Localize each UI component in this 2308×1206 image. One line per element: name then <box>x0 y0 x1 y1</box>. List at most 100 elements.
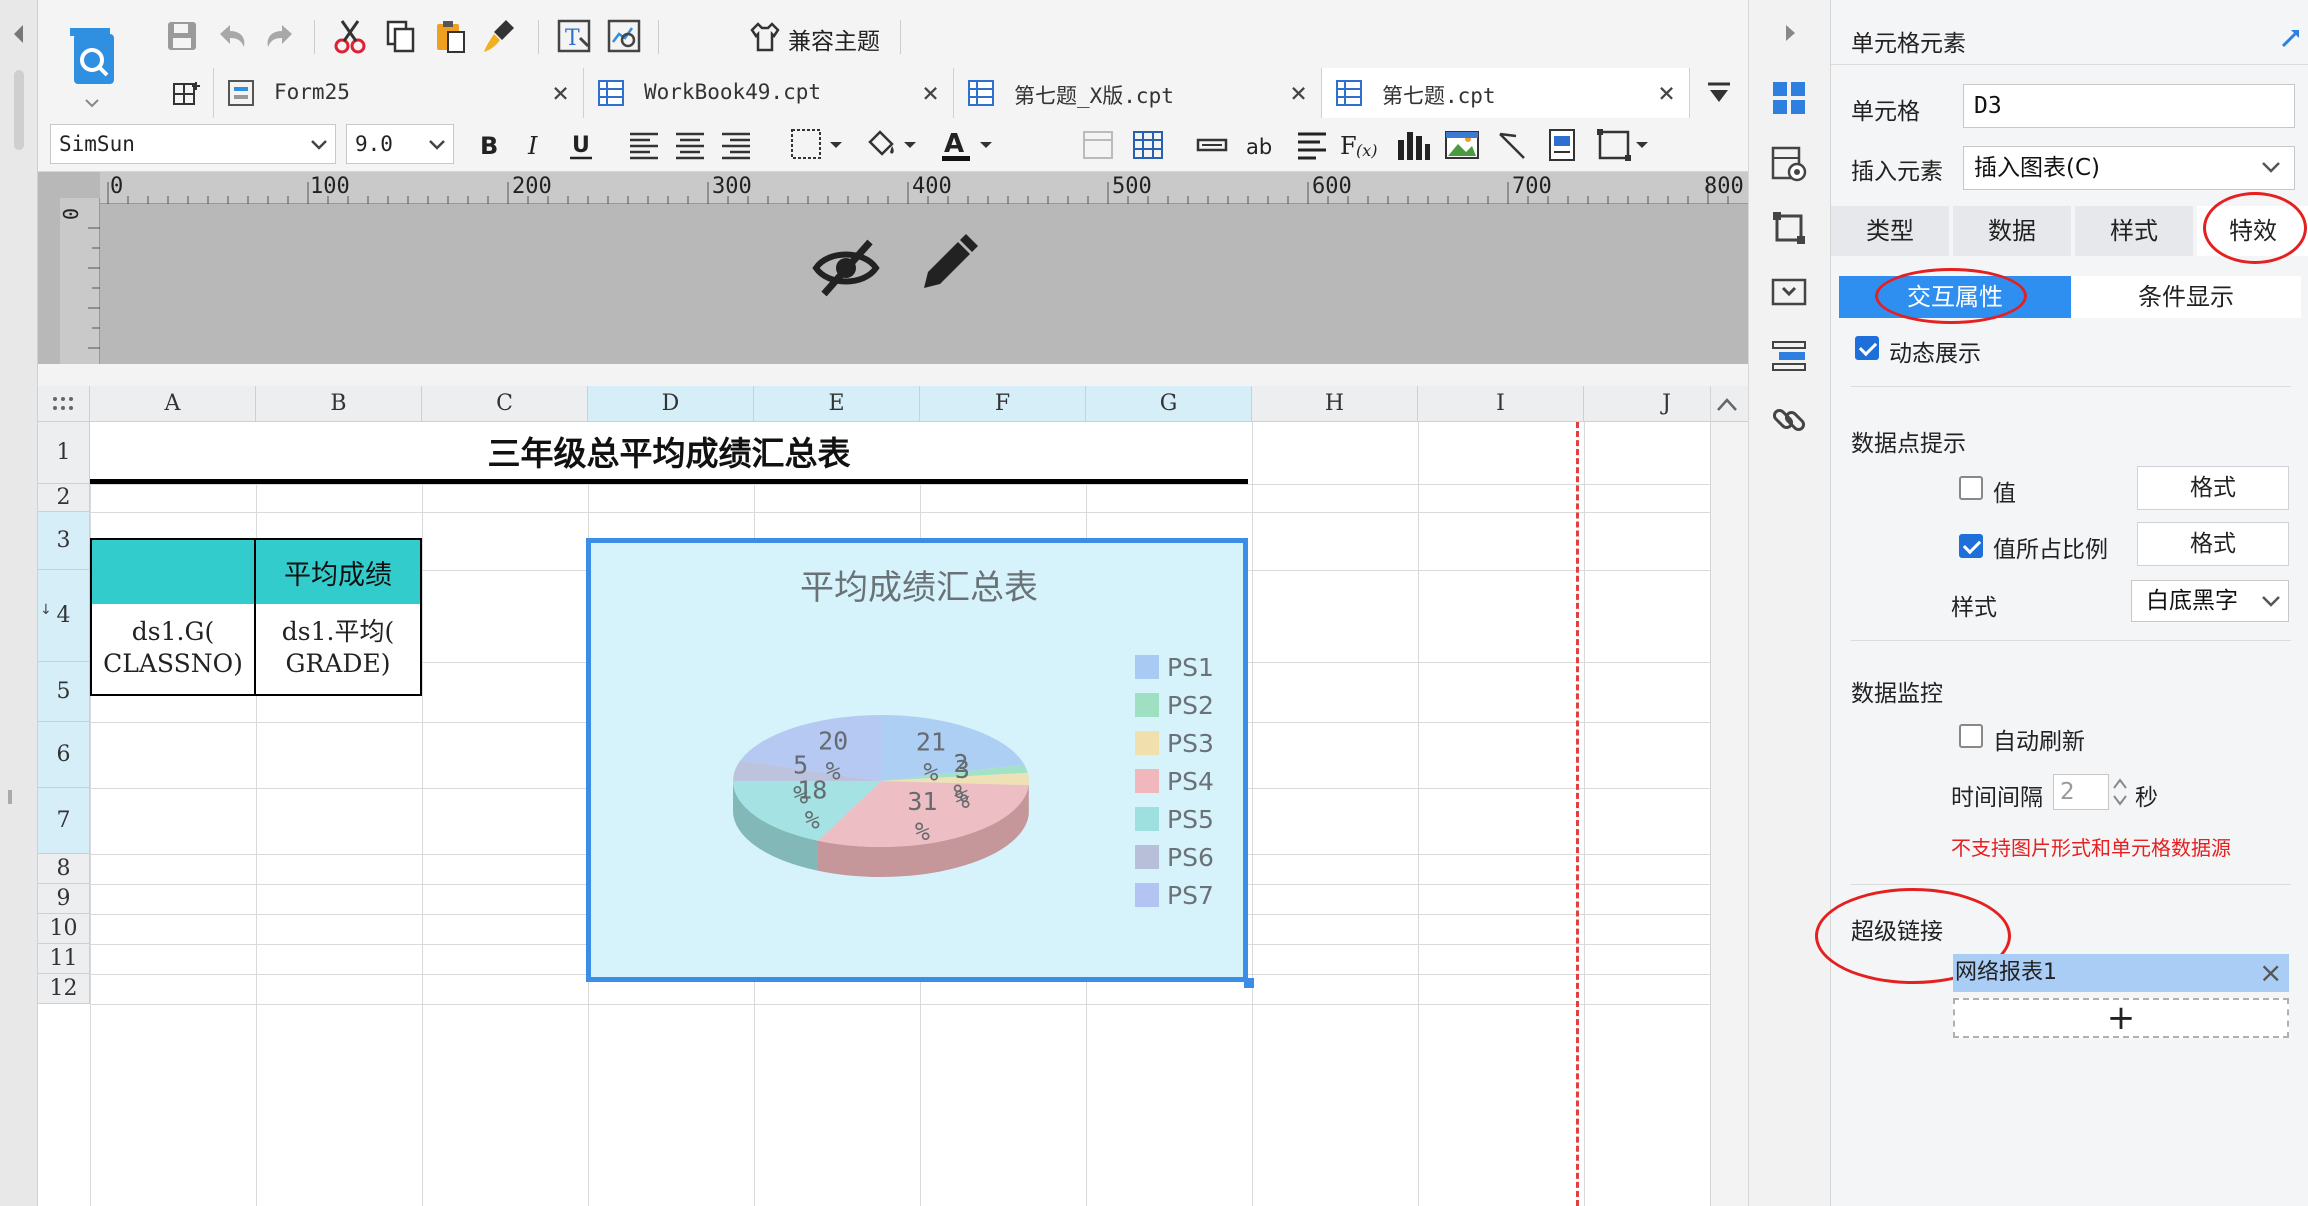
font-family-select[interactable]: SimSun <box>50 124 336 164</box>
column-header-f[interactable]: F <box>920 386 1086 422</box>
grid-icon[interactable] <box>1128 124 1168 166</box>
new-sheet-button[interactable] <box>158 68 214 118</box>
insert-element-select[interactable]: 插入图表(C) <box>1963 146 2295 190</box>
formula-icon[interactable]: F (x) <box>1338 124 1382 166</box>
dynamic-show-checkbox[interactable] <box>1855 336 1879 360</box>
redo-icon[interactable] <box>260 16 300 56</box>
tab-type[interactable]: 类型 <box>1831 206 1949 256</box>
expand-right-icon[interactable] <box>1783 22 1799 44</box>
scroll-up-icon[interactable] <box>1714 394 1740 416</box>
tab-q7-active[interactable]: 第七题.cpt × <box>1322 68 1690 118</box>
widget-icon[interactable] <box>1769 272 1809 312</box>
row-header-10[interactable]: 10 <box>38 914 90 944</box>
close-tab-icon[interactable]: × <box>1290 76 1307 109</box>
resize-handle[interactable] <box>1244 978 1254 988</box>
close-tab-icon[interactable]: × <box>922 76 939 109</box>
interval-spinner[interactable]: 2 <box>2053 774 2109 810</box>
paste-icon[interactable] <box>430 16 470 56</box>
close-tab-icon[interactable]: × <box>1658 76 1675 109</box>
select-all-corner[interactable] <box>38 386 90 422</box>
value-checkbox[interactable] <box>1959 476 1983 500</box>
italic-icon[interactable]: I <box>516 124 556 166</box>
align-left-icon[interactable] <box>624 124 664 166</box>
cell-element-icon[interactable] <box>1769 78 1809 118</box>
border-icon[interactable] <box>788 124 848 166</box>
font-size-select[interactable]: 9.0 <box>346 124 454 164</box>
copy-icon[interactable] <box>380 16 420 56</box>
spinner-arrows-icon[interactable] <box>2109 774 2131 810</box>
row-header-3[interactable]: 3 <box>38 512 90 570</box>
preview-menu-button[interactable] <box>62 14 124 110</box>
tab-style[interactable]: 样式 <box>2075 206 2193 256</box>
edit-pencil-icon[interactable] <box>910 230 982 302</box>
pin-icon[interactable] <box>2279 26 2303 50</box>
bold-icon[interactable]: B <box>470 124 510 166</box>
column-header-i[interactable]: I <box>1418 386 1584 422</box>
value-format-button[interactable]: 格式 <box>2137 466 2289 510</box>
tab-workbook49[interactable]: WorkBook49.cpt × <box>584 68 954 118</box>
row-header-11[interactable]: 11 <box>38 944 90 974</box>
column-header-b[interactable]: B <box>256 386 422 422</box>
frame-icon[interactable] <box>1594 124 1650 166</box>
float-element-icon[interactable] <box>1769 208 1809 248</box>
row-header-1[interactable]: 1 <box>38 422 90 484</box>
subreport-icon[interactable] <box>1542 124 1582 166</box>
pie-chart-cell[interactable]: 平均成绩汇总表 21% 2% 3% 31% 18% 5% 20% PS1 PS2 PS3 PS4 P… <box>586 538 1248 982</box>
tab-q7-x[interactable]: 第七题_X版.cpt × <box>954 68 1322 118</box>
cut-icon[interactable] <box>330 16 370 56</box>
column-header-h[interactable]: H <box>1252 386 1418 422</box>
column-header-g[interactable]: G <box>1086 386 1252 422</box>
collapse-left-icon[interactable] <box>10 22 28 46</box>
align-center-icon[interactable] <box>670 124 710 166</box>
percent-checkbox[interactable] <box>1959 534 1983 558</box>
hide-eye-icon[interactable] <box>810 232 882 304</box>
remove-link-icon[interactable]: × <box>2259 954 2282 992</box>
subtab-condition-display[interactable]: 条件显示 <box>2071 276 2301 318</box>
hyperlink-icon[interactable] <box>1769 400 1809 440</box>
cell-b3[interactable]: 平均成绩 <box>256 538 422 606</box>
text-ab-icon[interactable]: ab <box>1242 124 1282 166</box>
row-header-6[interactable]: 6 <box>38 722 90 788</box>
cell-attribute-icon[interactable] <box>1769 144 1809 184</box>
column-header-e[interactable]: E <box>754 386 920 422</box>
row-header-2[interactable]: 2 <box>38 484 90 512</box>
fill-color-icon[interactable] <box>862 124 922 166</box>
underline-icon[interactable]: U <box>562 124 602 166</box>
add-link-button[interactable]: + <box>1953 998 2289 1038</box>
chart-preview-icon[interactable] <box>604 16 644 56</box>
left-collapse-strip[interactable] <box>0 0 38 1206</box>
report-title-cell[interactable]: 三年级总平均成绩汇总表 <box>90 422 1248 484</box>
spreadsheet-grid[interactable]: ABCDEFGHIJ 1 2 3 4 5 6 7 8 9 10 11 12 三年级总平均成绩汇总表 平… <box>38 386 1751 1206</box>
row-header-8[interactable]: 8 <box>38 854 90 884</box>
auto-refresh-checkbox[interactable] <box>1959 724 1983 748</box>
merge-cells-icon[interactable] <box>1078 124 1118 166</box>
row-header-5[interactable]: 5 <box>38 662 90 722</box>
hyperlink-item[interactable]: 网络报表1 × <box>1953 954 2289 992</box>
column-header-d[interactable]: D <box>588 386 754 422</box>
cell-a4[interactable]: ds1.G( CLASSNO) <box>90 604 256 696</box>
tab-data[interactable]: 数据 <box>1953 206 2071 256</box>
row-header-7[interactable]: 7 <box>38 788 90 854</box>
column-header-c[interactable]: C <box>422 386 588 422</box>
align-right-icon[interactable] <box>716 124 756 166</box>
tooltip-style-select[interactable]: 白底黑字 <box>2131 580 2289 622</box>
image-icon[interactable] <box>1442 124 1482 166</box>
column-header-a[interactable]: A <box>90 386 256 422</box>
bar-chart-icon[interactable] <box>1392 124 1432 166</box>
list-icon[interactable] <box>1292 124 1332 166</box>
font-color-icon[interactable]: A <box>938 124 998 166</box>
tab-form25[interactable]: Form25 × <box>214 68 584 118</box>
textbox-icon[interactable] <box>1192 124 1232 166</box>
format-painter-icon[interactable] <box>480 16 520 56</box>
undo-icon[interactable] <box>212 16 252 56</box>
tab-list-icon[interactable] <box>1702 76 1736 110</box>
percent-format-button[interactable]: 格式 <box>2137 522 2289 566</box>
slash-icon[interactable] <box>1492 124 1532 166</box>
row-header-12[interactable]: 12 <box>38 974 90 1004</box>
close-tab-icon[interactable]: × <box>552 76 569 109</box>
cell-a3[interactable] <box>90 538 256 606</box>
condition-icon[interactable] <box>1769 336 1809 376</box>
cell-b4[interactable]: ds1.平均( GRADE) <box>256 604 422 696</box>
splitter-grip[interactable] <box>8 790 12 804</box>
text-insert-icon[interactable]: T <box>554 16 594 56</box>
